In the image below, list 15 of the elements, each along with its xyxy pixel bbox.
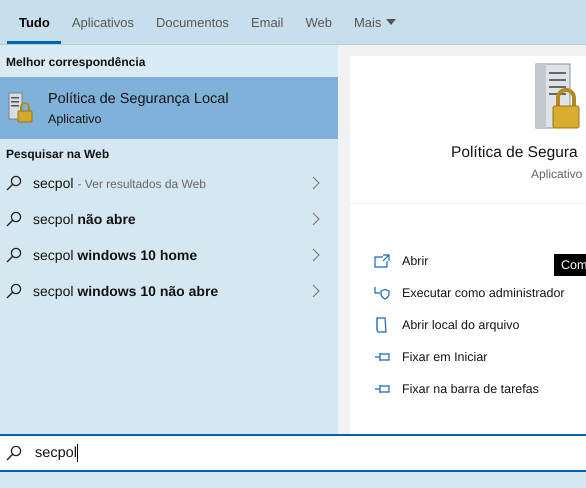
search-suggestion: secpol não abre — [33, 211, 137, 227]
app-type: Aplicativo — [531, 167, 584, 181]
search-suggestion: secpol windows 10 home — [33, 247, 198, 263]
section-heading: Melhor correspondência — [0, 45, 338, 77]
action-label: Executar como administrador — [402, 286, 565, 300]
action-label: Fixar na barra de tarefas — [402, 382, 539, 396]
search-suggestion: secpol windows 10 não abre — [33, 283, 220, 299]
search-suggestion: secpol - Ver resultados da Web — [33, 175, 207, 191]
action-label: Abrir local do arquivo — [402, 318, 520, 332]
result-title: Política de Segurança Local — [48, 90, 229, 106]
action-label: Fixar em Iniciar — [402, 350, 488, 364]
action-label: Abrir — [402, 254, 428, 268]
result-type: Aplicativo — [48, 112, 102, 126]
app-title: Política de Segura — [451, 144, 579, 162]
section-heading: Pesquisar na Web — [5, 146, 110, 163]
